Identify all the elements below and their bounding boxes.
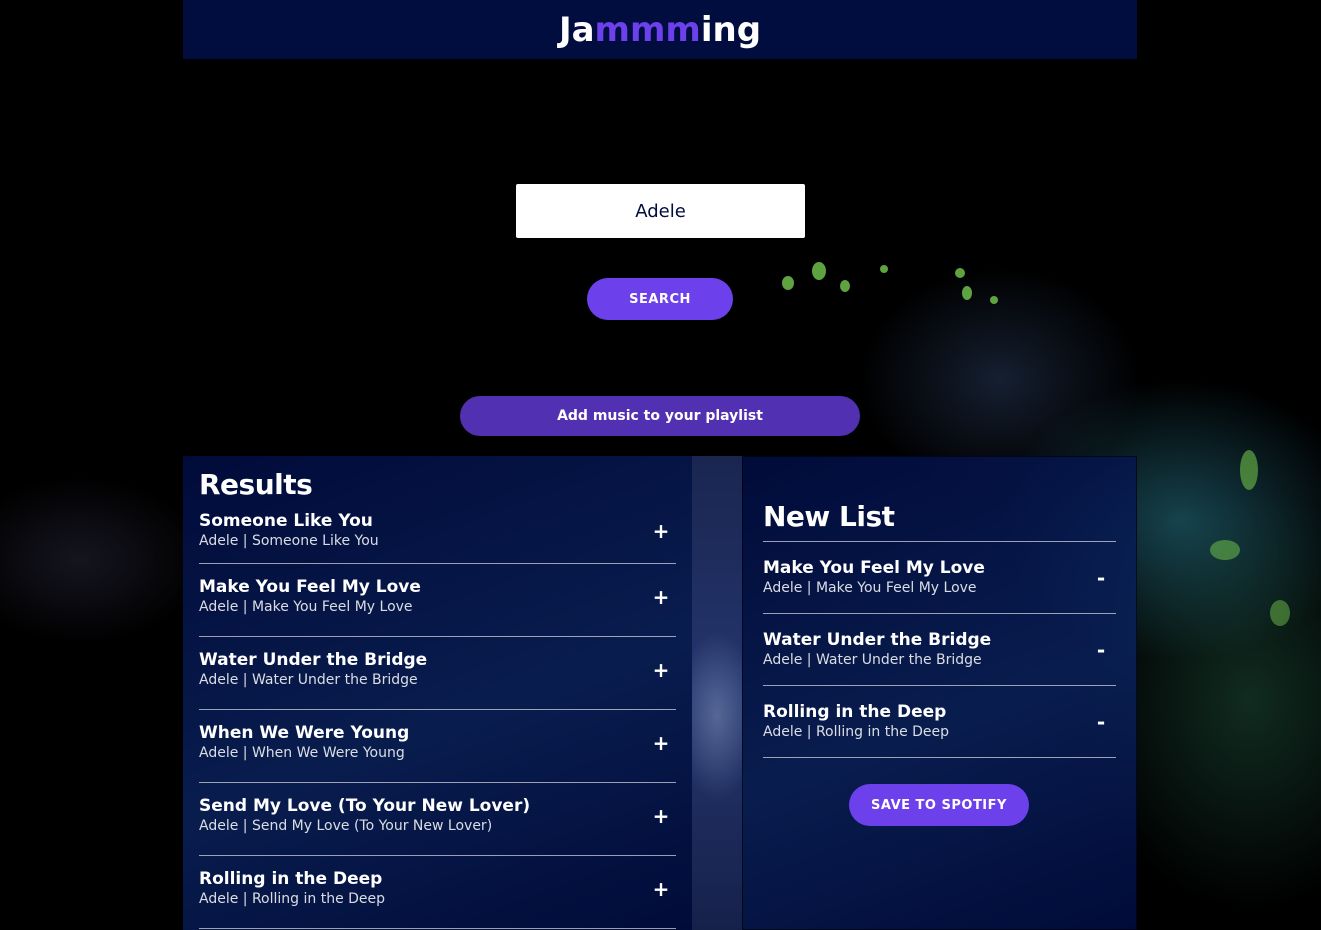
track-info: Someone Like You Adele | Someone Like Yo… bbox=[199, 511, 379, 551]
result-track: Make You Feel My Love Adele | Make You F… bbox=[199, 564, 676, 637]
add-track-button[interactable]: + bbox=[646, 585, 676, 609]
background-photo-strip bbox=[692, 456, 742, 930]
logo-text-end: ing bbox=[700, 9, 762, 50]
hint-banner: Add music to your playlist bbox=[460, 396, 860, 436]
track-artist-album: Adele | Water Under the Bridge bbox=[199, 672, 418, 688]
result-track: Rolling in the Deep Adele | Rolling in t… bbox=[199, 856, 676, 929]
app-header: Jammming bbox=[183, 0, 1137, 59]
remove-track-button[interactable]: - bbox=[1086, 710, 1116, 734]
add-track-button[interactable]: + bbox=[646, 731, 676, 755]
logo-text-highlight: mmm bbox=[594, 9, 701, 50]
playlist-track: Rolling in the Deep Adele | Rolling in t… bbox=[763, 686, 1116, 758]
background-splash bbox=[782, 276, 794, 290]
remove-track-button[interactable]: - bbox=[1086, 638, 1116, 662]
track-name: When We Were Young bbox=[199, 723, 410, 743]
track-artist-album: Adele | Rolling in the Deep bbox=[199, 891, 386, 907]
results-panel: Results Someone Like You Adele | Someone… bbox=[183, 456, 692, 930]
search-input[interactable] bbox=[516, 184, 805, 238]
results-track-list: Someone Like You Adele | Someone Like Yo… bbox=[199, 504, 676, 929]
track-info: When We Were Young Adele | When We Were … bbox=[199, 723, 409, 763]
app-page: Jammming SEARCH Add music to your playli… bbox=[0, 0, 1321, 930]
add-track-button[interactable]: + bbox=[646, 658, 676, 682]
track-artist-album: Adele | Water Under the Bridge bbox=[763, 651, 982, 668]
playlist-track: Make You Feel My Love Adele | Make You F… bbox=[763, 542, 1116, 614]
add-track-button[interactable]: + bbox=[646, 519, 676, 543]
background-splash bbox=[962, 286, 972, 300]
background-splash bbox=[990, 296, 998, 304]
track-info: Make You Feel My Love Adele | Make You F… bbox=[763, 558, 985, 598]
app-logo: Jammming bbox=[559, 13, 761, 47]
playlist-track: Water Under the Bridge Adele | Water Und… bbox=[763, 614, 1116, 686]
background-splash bbox=[1240, 450, 1258, 490]
background-splash bbox=[955, 268, 965, 278]
background-splash bbox=[812, 262, 826, 280]
track-artist-album: Adele | Someone Like You bbox=[199, 532, 379, 549]
track-name: Water Under the Bridge bbox=[199, 650, 428, 670]
playlist-title[interactable]: New List bbox=[763, 500, 1116, 542]
result-track: Someone Like You Adele | Someone Like Yo… bbox=[199, 504, 676, 564]
result-track: Water Under the Bridge Adele | Water Und… bbox=[199, 637, 676, 710]
result-track: When We Were Young Adele | When We Were … bbox=[199, 710, 676, 783]
track-artist-album: Adele | Make You Feel My Love bbox=[763, 579, 977, 596]
background-splash bbox=[1210, 540, 1240, 560]
result-track: Send My Love (To Your New Lover) Adele |… bbox=[199, 783, 676, 856]
background-splash bbox=[880, 265, 888, 273]
track-info: Rolling in the Deep Adele | Rolling in t… bbox=[199, 869, 385, 909]
track-info: Water Under the Bridge Adele | Water Und… bbox=[199, 650, 427, 690]
track-info: Rolling in the Deep Adele | Rolling in t… bbox=[763, 702, 949, 742]
track-name: Send My Love (To Your New Lover) bbox=[199, 796, 531, 816]
search-button[interactable]: SEARCH bbox=[587, 278, 733, 320]
track-artist-album: Adele | Send My Love (To Your New Lover) bbox=[199, 818, 493, 834]
logo-text-start: Ja bbox=[558, 9, 595, 50]
results-title: Results bbox=[199, 468, 313, 501]
track-name: Make You Feel My Love bbox=[199, 577, 421, 597]
track-name: Make You Feel My Love bbox=[763, 557, 985, 578]
track-artist-album: Adele | When We Were Young bbox=[199, 745, 405, 761]
track-info: Water Under the Bridge Adele | Water Und… bbox=[763, 630, 991, 670]
track-artist-album: Adele | Rolling in the Deep bbox=[763, 723, 950, 740]
add-track-button[interactable]: + bbox=[646, 804, 676, 828]
save-to-spotify-button[interactable]: SAVE TO SPOTIFY bbox=[849, 784, 1029, 826]
playlist-track-list: Make You Feel My Love Adele | Make You F… bbox=[763, 542, 1116, 758]
track-name: Someone Like You bbox=[199, 510, 373, 531]
track-info: Send My Love (To Your New Lover) Adele |… bbox=[199, 796, 530, 836]
remove-track-button[interactable]: - bbox=[1086, 566, 1116, 590]
hint-text: Add music to your playlist bbox=[557, 408, 763, 424]
add-track-button[interactable]: + bbox=[646, 877, 676, 901]
track-info: Make You Feel My Love Adele | Make You F… bbox=[199, 577, 421, 617]
track-name: Rolling in the Deep bbox=[763, 701, 947, 722]
track-name: Rolling in the Deep bbox=[199, 869, 383, 889]
track-name: Water Under the Bridge bbox=[763, 629, 992, 650]
track-artist-album: Adele | Make You Feel My Love bbox=[199, 599, 413, 615]
playlist-panel: New List Make You Feel My Love Adele | M… bbox=[742, 456, 1137, 930]
background-splash bbox=[1270, 600, 1290, 626]
background-splash bbox=[840, 280, 850, 292]
